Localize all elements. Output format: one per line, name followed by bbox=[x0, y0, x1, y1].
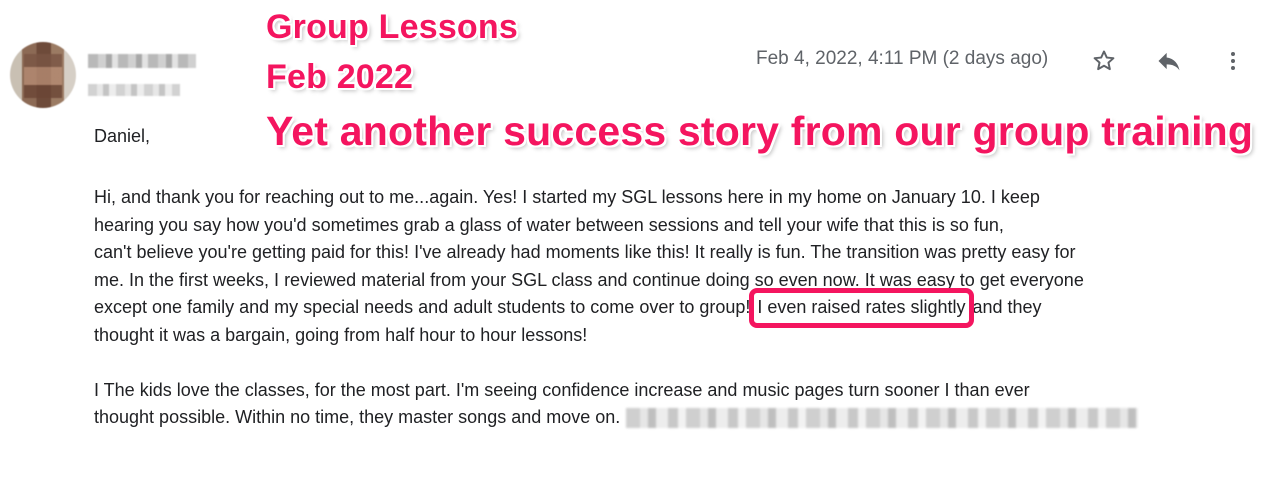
more-options-button[interactable] bbox=[1216, 44, 1250, 78]
body-text: except one family and my special needs a… bbox=[94, 297, 756, 317]
body-line: thought possible. Within no time, they m… bbox=[94, 404, 1264, 432]
redacted-text bbox=[626, 408, 1139, 429]
body-text: and they bbox=[967, 297, 1042, 317]
email-greeting: Daniel, bbox=[94, 126, 151, 146]
body-line: except one family and my special needs a… bbox=[94, 288, 1264, 328]
body-line: I The kids love the classes, for the mos… bbox=[94, 379, 1030, 400]
email-body: Hi, and thank you for reaching out to me… bbox=[94, 184, 1264, 432]
more-vert-icon bbox=[1231, 52, 1235, 70]
star-button[interactable] bbox=[1087, 44, 1121, 78]
body-line: thought it was a bargain, going from hal… bbox=[94, 324, 588, 345]
annotation-title: Group Lessons bbox=[266, 8, 518, 46]
star-icon bbox=[1093, 50, 1115, 71]
annotation-headline: Yet another success story from our group… bbox=[266, 108, 1254, 154]
highlighted-phrase: I even raised rates slightly bbox=[749, 288, 974, 328]
sender-email-redacted bbox=[88, 84, 180, 96]
email-timestamp: Feb 4, 2022, 4:11 PM (2 days ago) bbox=[756, 48, 1049, 69]
sender-avatar bbox=[10, 42, 76, 108]
reply-icon bbox=[1158, 52, 1180, 71]
body-line: can't believe you're getting paid for th… bbox=[94, 242, 1076, 262]
body-line: me. In the first weeks, I reviewed mater… bbox=[94, 269, 1084, 290]
body-line: Hi, and thank you for reaching out to me… bbox=[94, 187, 1040, 207]
body-text: thought possible. Within no time, they m… bbox=[94, 407, 621, 427]
annotation-date: Feb 2022 bbox=[266, 58, 414, 96]
body-line: hearing you say how you'd sometimes grab… bbox=[94, 214, 1004, 235]
sender-name-redacted bbox=[88, 54, 196, 68]
reply-button[interactable] bbox=[1152, 44, 1186, 78]
